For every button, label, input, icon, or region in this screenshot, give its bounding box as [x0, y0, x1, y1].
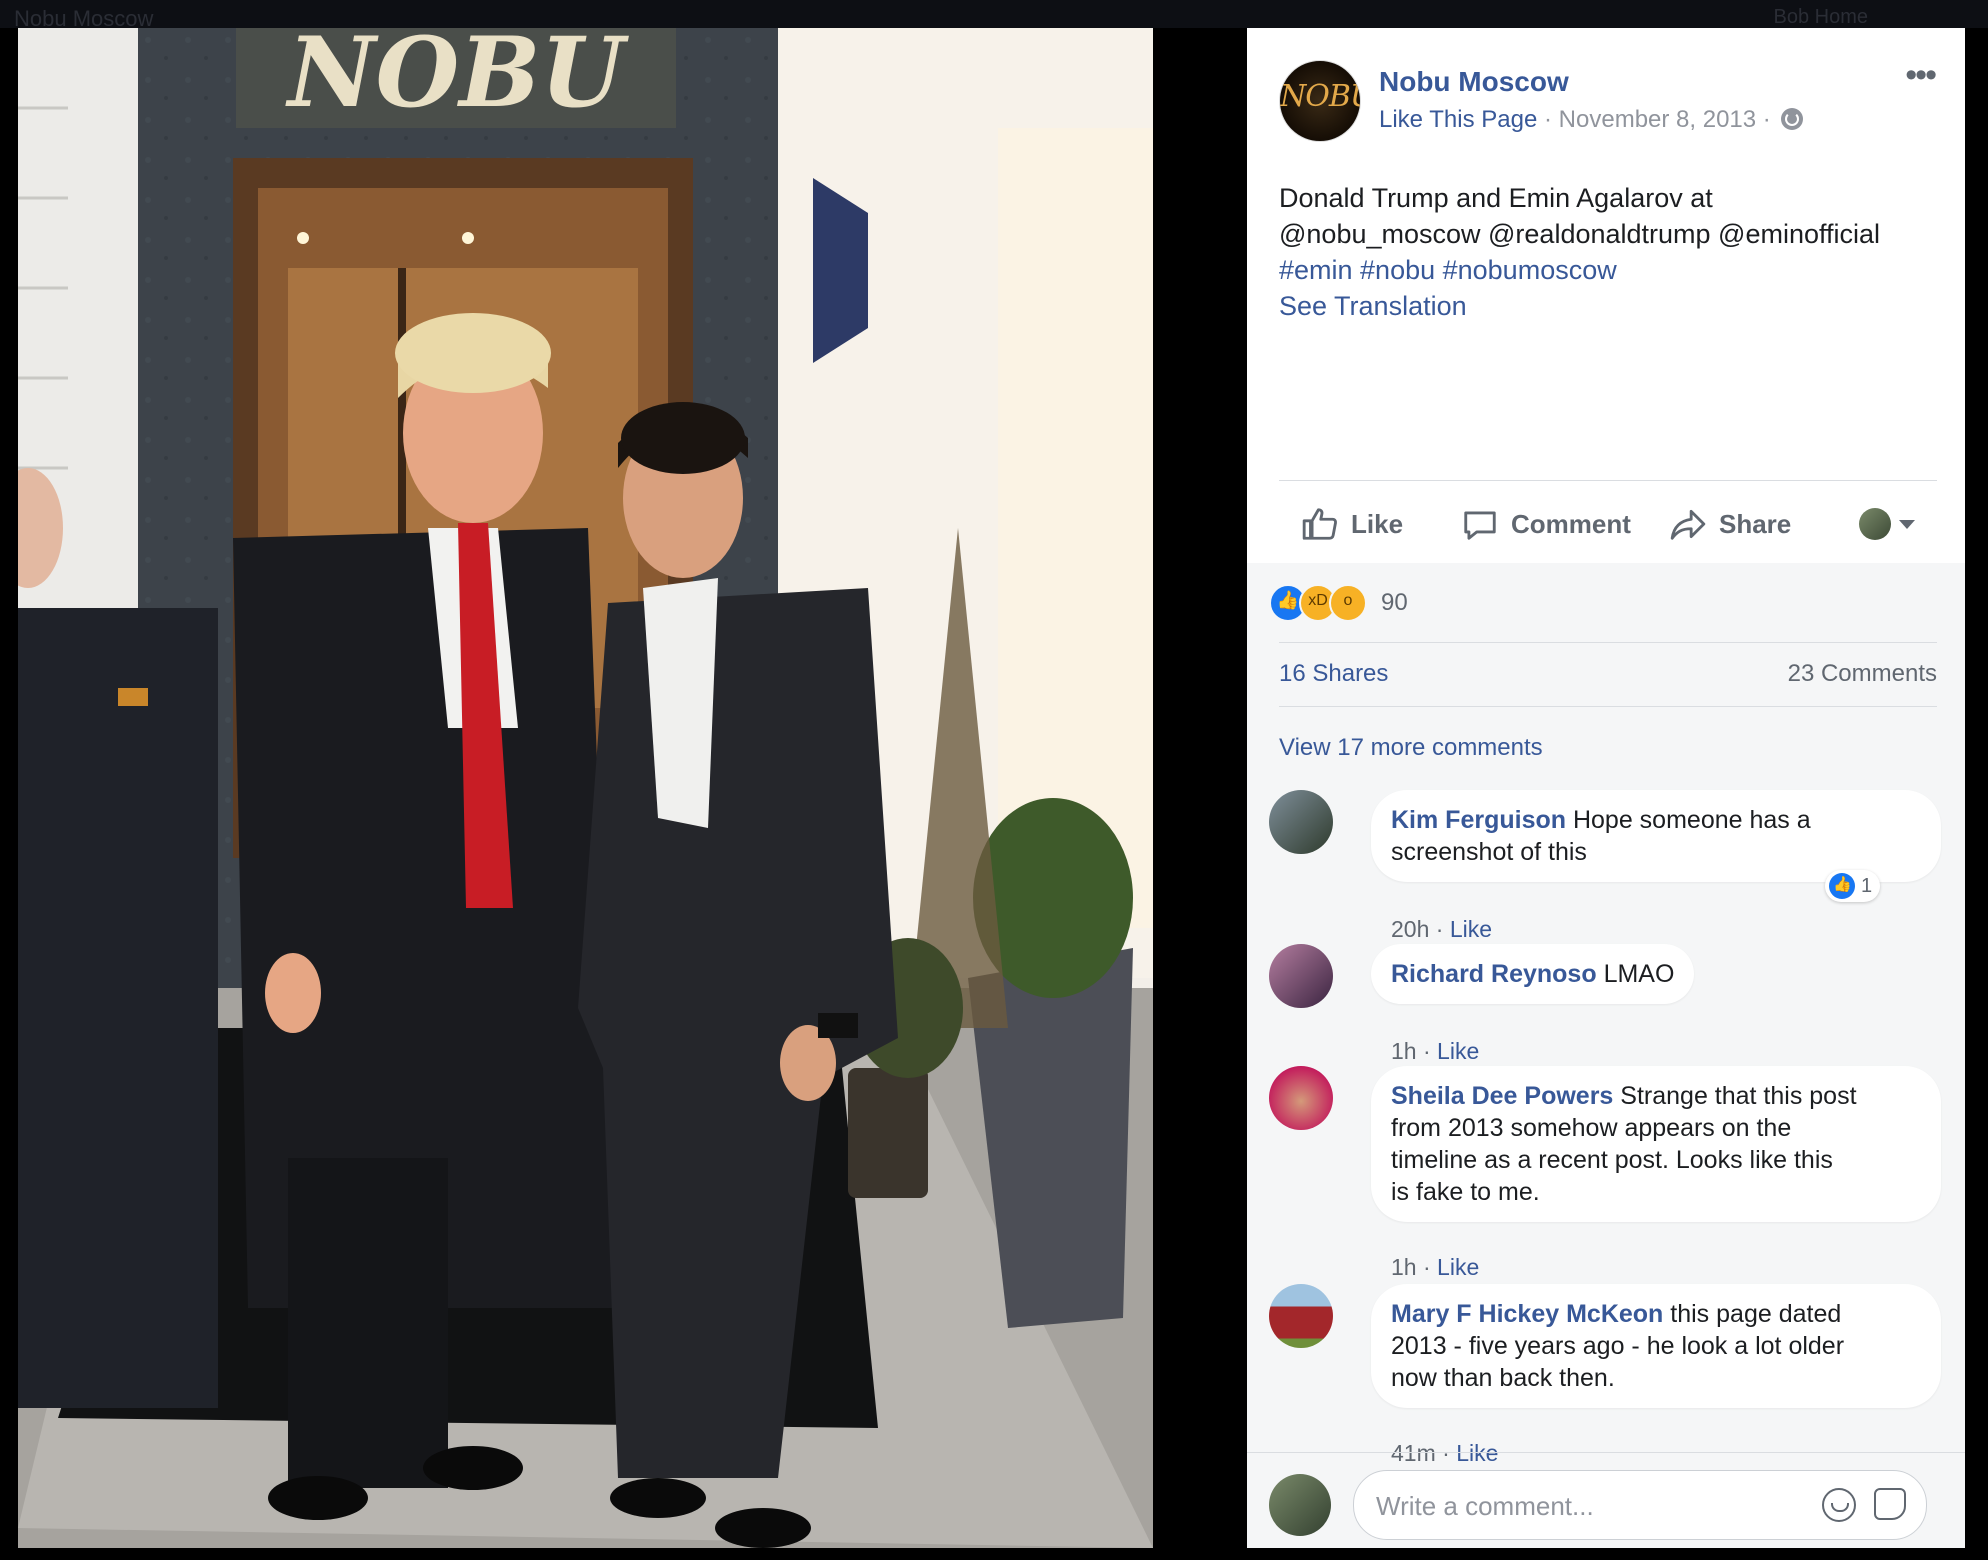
meta-separator: ·: [1422, 1254, 1438, 1280]
background-top-right: Bob Home: [1773, 6, 1869, 28]
comment-reaction-count: 1: [1861, 874, 1873, 897]
divider: [1279, 706, 1937, 707]
commenter-name[interactable]: Mary F Hickey McKeon: [1391, 1300, 1663, 1328]
meta-separator: ·: [1422, 1038, 1438, 1064]
comment-input[interactable]: [1374, 1485, 1798, 1527]
write-comment-row: [1269, 1470, 1949, 1540]
commenter-name[interactable]: Kim Ferguison: [1391, 806, 1566, 834]
like-label: Like: [1351, 508, 1404, 539]
commenter-avatar[interactable]: [1269, 1284, 1333, 1348]
share-label: Share: [1719, 508, 1792, 539]
like-reaction-icon: [1829, 873, 1855, 899]
comment-like-link[interactable]: Like: [1437, 1038, 1479, 1064]
comment-item: Mary F Hickey McKeon this page dated 201…: [1269, 1284, 1941, 1466]
post-header: NOBU Nobu Moscow Like This Page · Novemb…: [1279, 58, 1939, 150]
divider: [1279, 642, 1937, 643]
nobu-sign: NOBU: [285, 28, 630, 129]
commenter-name[interactable]: Richard Reynoso: [1391, 960, 1597, 988]
comment-like-link[interactable]: Like: [1450, 916, 1492, 942]
comment-text: Strange that this post: [1620, 1082, 1857, 1110]
meta-separator: ·: [1442, 1440, 1457, 1466]
comment-text-4: is fake to me.: [1391, 1178, 1540, 1206]
comment-meta: 1h · Like: [1391, 1254, 1479, 1281]
page-avatar-logo: NOBU: [1280, 79, 1360, 114]
thumbs-up-icon: [1302, 508, 1337, 540]
post-text-line-2: @nobu_moscow @realdonaldtrump @eminoffic…: [1279, 219, 1881, 249]
divider: [1247, 1452, 1965, 1453]
reaction-count: 90: [1381, 589, 1408, 616]
comment-label: Comment: [1511, 508, 1631, 539]
comment-item: Sheila Dee Powers Strange that this post…: [1269, 1066, 1941, 1280]
post-actions: Like Comment Share: [1279, 496, 1937, 552]
comment-text-2: 2013 - five years ago - he look a lot ol…: [1391, 1332, 1845, 1360]
comment-time[interactable]: 1h: [1391, 1254, 1417, 1280]
like-button[interactable]: Like: [1301, 496, 1403, 552]
comment-meta: 1h · Like: [1391, 1038, 1479, 1065]
shares-count[interactable]: 16 Shares: [1279, 660, 1388, 688]
meta-separator: ·: [1435, 916, 1450, 942]
commenter-avatar[interactable]: [1269, 944, 1333, 1008]
comment-text: LMAO: [1603, 960, 1675, 988]
comment-time[interactable]: 20h: [1391, 916, 1429, 942]
comment-meta: 20h · Like: [1391, 916, 1492, 943]
comment-icon: [1464, 511, 1496, 540]
current-user-avatar: [1269, 1474, 1331, 1536]
comment-bubble: Mary F Hickey McKeon this page dated 201…: [1371, 1284, 1941, 1408]
commenter-avatar[interactable]: [1269, 790, 1333, 854]
emoji-icon[interactable]: [1822, 1488, 1856, 1522]
page-avatar[interactable]: NOBU: [1279, 60, 1361, 142]
comment-bubble: Richard Reynoso LMAO: [1371, 944, 1695, 1004]
commenter-avatar[interactable]: [1269, 1066, 1333, 1130]
comment-text-2: from 2013 somehow appears on the: [1391, 1114, 1792, 1142]
comment-input-box[interactable]: [1353, 1470, 1927, 1540]
post-panel: NOBU Nobu Moscow Like This Page · Novemb…: [1247, 28, 1965, 1548]
share-icon: [1670, 509, 1706, 540]
react-as-selector[interactable]: [1859, 496, 1915, 552]
chevron-down-icon: [1899, 519, 1915, 529]
post-hashtags[interactable]: #emin #nobu #nobumoscow: [1279, 252, 1939, 288]
comment-text-2: screenshot of this: [1391, 838, 1587, 866]
page-name[interactable]: Nobu Moscow: [1379, 66, 1569, 98]
like-this-page-link[interactable]: Like This Page: [1379, 106, 1537, 133]
reactions-summary[interactable]: 👍 xD o 90: [1269, 584, 1408, 622]
comment-time[interactable]: 41m: [1391, 1440, 1436, 1466]
post-text-line-1: Donald Trump and Emin Agalarov at: [1279, 183, 1713, 213]
comment-text-3: now than back then.: [1391, 1364, 1615, 1392]
view-more-comments-link[interactable]: View 17 more comments: [1279, 734, 1543, 762]
more-options-icon[interactable]: •••: [1905, 58, 1937, 92]
comment-text-3: timeline as a recent post. Looks like th…: [1391, 1146, 1833, 1174]
see-translation-link[interactable]: See Translation: [1279, 288, 1939, 324]
comment-item: Richard Reynoso LMAO 1h · Like: [1269, 944, 1929, 1064]
divider: [1279, 480, 1937, 481]
meta-separator-2: ·: [1762, 106, 1778, 133]
comment-like-link[interactable]: Like: [1456, 1440, 1498, 1466]
commenter-name[interactable]: Sheila Dee Powers: [1391, 1082, 1613, 1110]
comment-text: this page dated: [1670, 1300, 1842, 1328]
comment-item: Kim Ferguison Hope someone has a screens…: [1269, 790, 1941, 942]
sticker-icon[interactable]: [1874, 1488, 1906, 1520]
photo-illustration: NOBU: [18, 28, 1153, 1548]
comment-text: Hope someone has a: [1572, 806, 1811, 834]
post-date[interactable]: November 8, 2013: [1559, 106, 1756, 133]
comment-reaction-badge[interactable]: 1: [1825, 870, 1881, 902]
browser-top-bar: Nobu Moscow Bob Home: [0, 0, 1988, 31]
post-body: Donald Trump and Emin Agalarov at @nobu_…: [1279, 180, 1939, 324]
comments-count[interactable]: 23 Comments: [1788, 660, 1937, 688]
wow-reaction-icon: o: [1329, 584, 1367, 622]
post-meta: Like This Page · November 8, 2013 ·: [1379, 106, 1804, 134]
comment-like-link[interactable]: Like: [1437, 1254, 1479, 1280]
comment-meta: 41m · Like: [1391, 1440, 1498, 1467]
comment-bubble: Kim Ferguison Hope someone has a screens…: [1371, 790, 1941, 882]
post-photo[interactable]: NOBU: [18, 28, 1153, 1548]
globe-icon: [1781, 108, 1804, 130]
meta-separator: ·: [1544, 106, 1559, 133]
comment-time[interactable]: 1h: [1391, 1038, 1417, 1064]
comment-bubble: Sheila Dee Powers Strange that this post…: [1371, 1066, 1941, 1222]
comment-button[interactable]: Comment: [1461, 496, 1631, 552]
share-button[interactable]: Share: [1669, 496, 1791, 552]
user-avatar-small: [1859, 508, 1891, 540]
